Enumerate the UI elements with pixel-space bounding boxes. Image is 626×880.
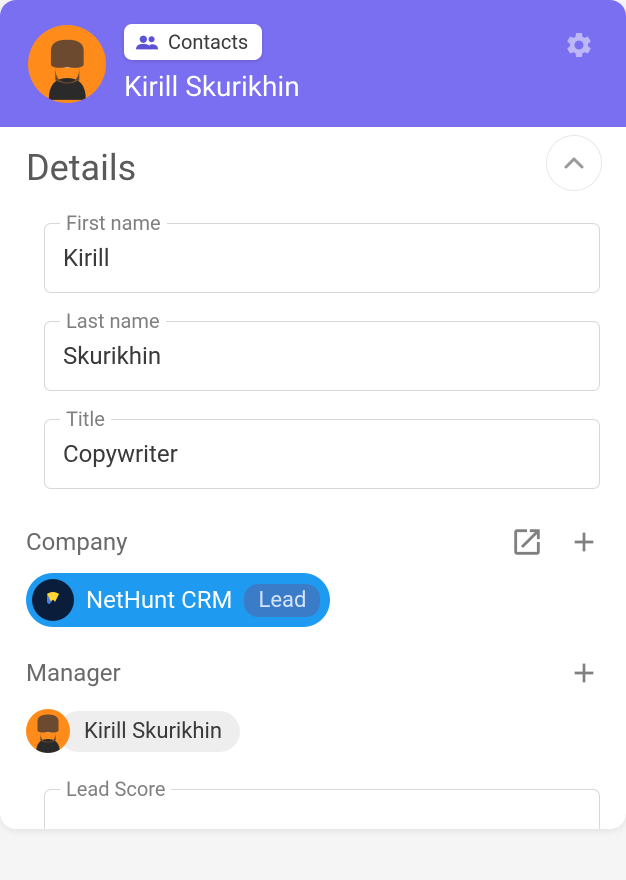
contacts-badge[interactable]: Contacts bbox=[124, 24, 262, 60]
company-section: Company bbox=[26, 525, 600, 627]
title-label: Title bbox=[60, 407, 111, 431]
company-logo-icon bbox=[41, 588, 65, 612]
people-icon bbox=[136, 34, 158, 50]
manager-pill[interactable]: Kirill Skurikhin bbox=[26, 709, 240, 753]
chevron-up-icon bbox=[563, 156, 585, 170]
avatar[interactable] bbox=[28, 25, 106, 103]
company-pill[interactable]: NetHunt CRM Lead bbox=[26, 573, 330, 627]
manager-header: Manager bbox=[26, 657, 600, 689]
lead-score-label: Lead Score bbox=[60, 777, 171, 801]
manager-name-wrap: Kirill Skurikhin bbox=[58, 711, 240, 752]
first-name-label: First name bbox=[60, 211, 167, 235]
manager-label: Manager bbox=[26, 659, 121, 687]
company-logo bbox=[32, 579, 74, 621]
title-input[interactable] bbox=[44, 419, 600, 489]
collapse-button[interactable] bbox=[546, 135, 602, 191]
manager-avatar bbox=[26, 709, 70, 753]
last-name-field: Last name bbox=[44, 321, 600, 391]
manager-section: Manager bbox=[26, 657, 600, 757]
title-field: Title bbox=[44, 419, 600, 489]
lead-score-field: Lead Score bbox=[44, 789, 600, 829]
last-name-label: Last name bbox=[60, 309, 166, 333]
add-manager-button[interactable] bbox=[568, 657, 600, 689]
gear-icon bbox=[564, 30, 594, 60]
section-title: Details bbox=[26, 147, 136, 189]
manager-actions bbox=[568, 657, 600, 689]
card-header: Contacts Kirill Skurikhin bbox=[0, 0, 626, 127]
company-actions bbox=[510, 525, 600, 559]
company-label: Company bbox=[26, 528, 128, 556]
contact-name: Kirill Skurikhin bbox=[124, 70, 300, 103]
add-company-button[interactable] bbox=[568, 526, 600, 558]
company-status-badge: Lead bbox=[244, 584, 320, 617]
first-name-field: First name bbox=[44, 223, 600, 293]
company-header: Company bbox=[26, 525, 600, 559]
company-name: NetHunt CRM bbox=[86, 586, 232, 614]
contact-card: Contacts Kirill Skurikhin Details First … bbox=[0, 0, 626, 829]
card-body: Details First name Last name Title Compa… bbox=[0, 127, 626, 829]
settings-button[interactable] bbox=[564, 30, 596, 62]
open-external-icon bbox=[510, 525, 544, 559]
details-header: Details bbox=[26, 145, 600, 191]
manager-name: Kirill Skurikhin bbox=[84, 719, 222, 744]
open-company-button[interactable] bbox=[510, 525, 544, 559]
person-icon bbox=[40, 32, 95, 102]
plus-icon bbox=[568, 657, 600, 689]
header-info: Contacts Kirill Skurikhin bbox=[124, 24, 300, 103]
person-icon bbox=[30, 711, 66, 753]
plus-icon bbox=[568, 526, 600, 558]
contacts-badge-label: Contacts bbox=[168, 30, 248, 54]
